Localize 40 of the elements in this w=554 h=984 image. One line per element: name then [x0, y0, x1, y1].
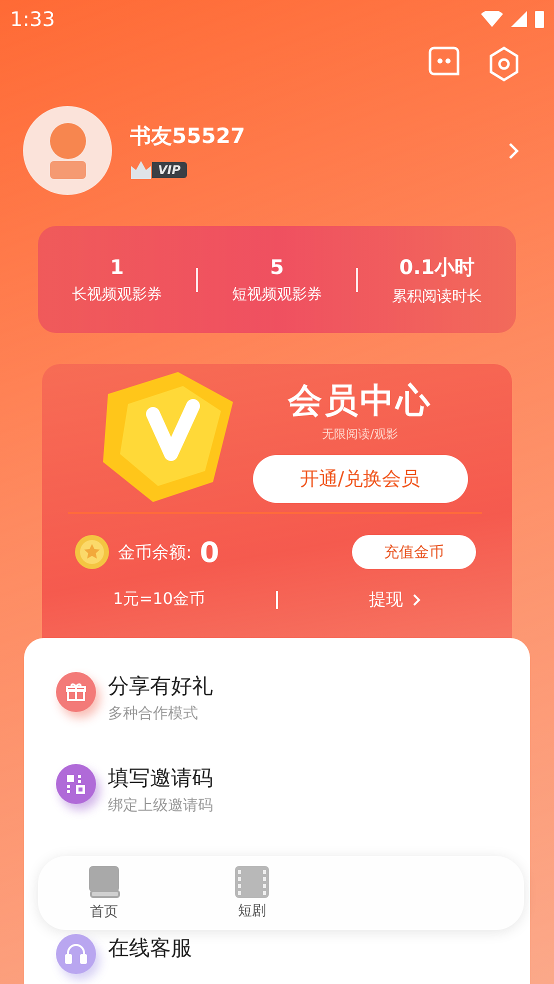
- headset-icon: [65, 944, 87, 964]
- message-icon[interactable]: [428, 46, 460, 76]
- menu-item-title: 填写邀请码: [108, 765, 213, 792]
- signal-icon: [511, 11, 527, 27]
- settings-icon[interactable]: [488, 46, 520, 82]
- stat-value: 5: [270, 255, 284, 279]
- recharge-button[interactable]: 充值金币: [352, 535, 476, 569]
- person-silhouette-icon: [48, 122, 88, 178]
- qr-code-icon: [65, 773, 87, 795]
- menu-item-title: 在线客服: [108, 935, 192, 962]
- crown-icon: [130, 160, 152, 180]
- book-icon: [88, 865, 120, 899]
- menu-item-subtitle: 多种合作模式: [108, 704, 199, 723]
- wifi-icon: [481, 11, 503, 27]
- member-subtitle: 无限阅读/观影: [322, 426, 398, 443]
- member-title: 会员中心: [288, 380, 432, 423]
- stat-label: 长视频观影券: [72, 285, 162, 304]
- coin-balance-value: 0: [200, 536, 220, 568]
- status-time: 1:33: [10, 7, 55, 31]
- menu-item[interactable]: 在线客服: [56, 934, 530, 984]
- menu-item-title: 分享有好礼: [108, 673, 213, 700]
- menu-item-subtitle: 绑定上级邀请码: [108, 796, 213, 815]
- vip-badge: VIP: [152, 162, 187, 178]
- battery-icon: [535, 10, 544, 28]
- user-name: 书友55527: [130, 122, 246, 150]
- film-icon: [235, 866, 269, 898]
- gift-icon: [65, 681, 87, 703]
- exchange-rate: 1元=10金币: [112, 589, 206, 610]
- stat-value: 1: [110, 255, 124, 279]
- coin-balance-label: 金币余额:: [118, 542, 192, 564]
- stat-label: 短视频观影券: [232, 285, 322, 304]
- nav-tab[interactable]: 短剧: [235, 866, 269, 920]
- nav-tab[interactable]: 首页: [88, 865, 120, 921]
- menu-item[interactable]: 填写邀请码 绑定上级邀请码: [56, 764, 530, 856]
- stat-label: 累积阅读时长: [392, 286, 482, 306]
- chevron-right-icon: [413, 594, 421, 606]
- menu-item[interactable]: 分享有好礼 多种合作模式: [56, 672, 530, 764]
- chevron-right-icon[interactable]: [508, 142, 520, 160]
- coin-icon: [74, 534, 110, 570]
- stat-value: 0.1小时: [399, 254, 475, 280]
